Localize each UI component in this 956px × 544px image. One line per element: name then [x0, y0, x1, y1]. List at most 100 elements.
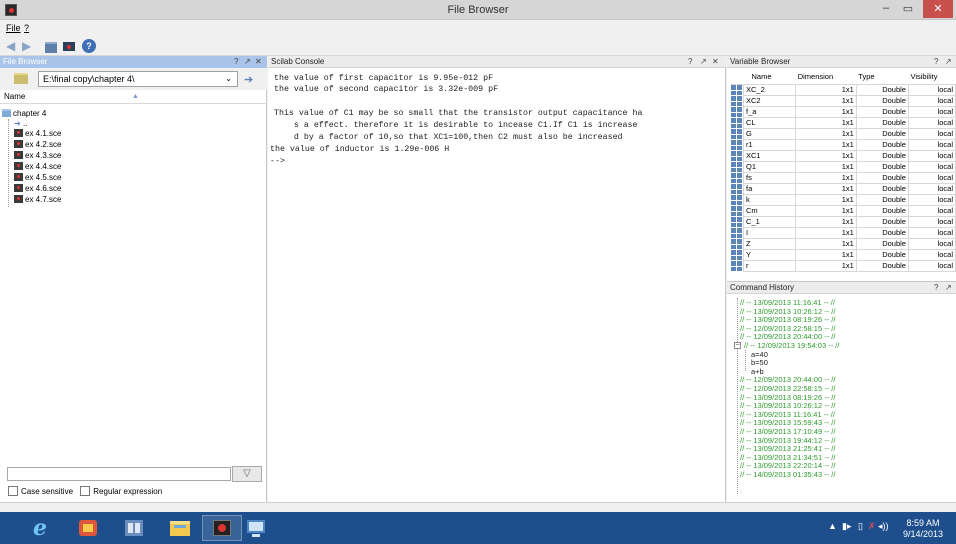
tray-network-icon[interactable]: ✗ — [868, 521, 876, 532]
case-sensitive-checkbox[interactable] — [8, 486, 18, 496]
console-line: the value of inductor is 1.29e-006 H — [270, 145, 450, 154]
collapse-icon[interactable]: − — [734, 342, 741, 349]
variable-visibility: local — [907, 226, 956, 239]
variable-row[interactable]: G 1x1 Double local — [731, 127, 956, 140]
variable-name: fa — [743, 182, 797, 195]
variable-name: I — [743, 226, 797, 239]
variable-row[interactable]: r1 1x1 Double local — [731, 138, 956, 151]
panel-help-icon[interactable]: ? — [934, 56, 938, 68]
variable-dimension: 1x1 — [795, 204, 857, 217]
filter-funnel-icon[interactable]: ▽ — [232, 466, 262, 482]
variable-row[interactable]: Q1 1x1 Double local — [731, 160, 956, 173]
filter-options: Case sensitive Regular expression — [0, 484, 267, 500]
tray-expand-icon[interactable]: ▲ — [828, 521, 837, 531]
file-explorer-icon[interactable] — [160, 515, 200, 541]
console-prompt[interactable]: --> — [270, 156, 285, 167]
sce-file-icon — [14, 173, 23, 181]
variable-row[interactable]: XC2 1x1 Double local — [731, 94, 956, 107]
variable-row[interactable]: C_1 1x1 Double local — [731, 215, 956, 228]
menu-file[interactable]: File — [6, 23, 21, 33]
tray-battery-icon[interactable]: ▯ — [858, 521, 863, 532]
panel-undock-icon[interactable]: ↗ — [945, 282, 952, 294]
filter-input[interactable] — [7, 467, 231, 481]
taskbar-clock[interactable]: 8:59 AM 9/14/2013 — [893, 518, 953, 540]
maximize-button[interactable]: ▭ — [898, 2, 918, 18]
tree-file-item[interactable]: ex 4.6.sce — [14, 184, 61, 194]
console-output[interactable]: the value of first capacitor is 9.95e-01… — [268, 70, 726, 502]
name-column-header[interactable]: Name — [743, 70, 796, 85]
tree-file-item[interactable]: ex 4.1.sce — [14, 129, 61, 139]
regex-checkbox[interactable] — [80, 486, 91, 496]
variable-row[interactable]: Z 1x1 Double local — [731, 237, 956, 250]
variable-row[interactable]: r 1x1 Double local — [731, 259, 956, 272]
go-arrow-icon[interactable]: ➔ — [244, 73, 253, 86]
help-icon[interactable]: ? — [82, 39, 96, 53]
type-column-header[interactable]: Type — [856, 70, 909, 85]
panel-help-icon[interactable]: ? — [234, 56, 238, 68]
variable-row[interactable]: XC1 1x1 Double local — [731, 149, 956, 162]
tree-file-item[interactable]: ex 4.5.sce — [14, 173, 61, 183]
app-tools-icon[interactable] — [114, 515, 154, 541]
variable-visibility: local — [907, 182, 956, 195]
visibility-column-header[interactable]: Visibility — [908, 70, 956, 85]
tray-volume-icon[interactable]: ◂)) — [878, 521, 889, 532]
variable-row[interactable]: Cm 1x1 Double local — [731, 204, 956, 217]
matrix-icon — [731, 150, 742, 161]
remote-icon[interactable] — [236, 515, 276, 541]
panel-close-icon[interactable]: ✕ — [712, 56, 719, 68]
tree-file-item[interactable]: ex 4.2.sce — [14, 140, 61, 150]
variable-name: f_a — [743, 105, 797, 118]
variable-name: fs — [743, 171, 797, 184]
variable-row[interactable]: k 1x1 Double local — [731, 193, 956, 206]
menu-help[interactable]: ? — [24, 23, 29, 33]
case-sensitive-option[interactable]: Case sensitive — [8, 486, 73, 496]
variable-row[interactable]: XC_2 1x1 Double local — [731, 83, 956, 96]
variable-dimension: 1x1 — [795, 237, 857, 250]
regex-option[interactable]: Regular expression — [80, 486, 162, 496]
variable-row[interactable]: Y 1x1 Double local — [731, 248, 956, 261]
tree-file-item[interactable]: ex 4.7.sce — [14, 195, 61, 205]
matrix-icon — [731, 84, 742, 95]
matrix-icon — [731, 128, 742, 139]
console-header: Scilab Console ? ↗ ✕ — [268, 56, 726, 68]
variable-row[interactable]: fa 1x1 Double local — [731, 182, 956, 195]
ie-icon[interactable]: e — [20, 515, 60, 541]
back-arrow-icon[interactable]: ◀ — [6, 39, 20, 53]
variable-dimension: 1x1 — [795, 182, 857, 195]
matrix-icon — [731, 205, 742, 216]
close-button[interactable]: ✕ — [923, 0, 953, 18]
open-folder-icon[interactable] — [44, 39, 58, 53]
variable-dimension: 1x1 — [795, 149, 857, 162]
file-browser-panel: File Browser ? ↗ ✕ E:\final copy\chapter… — [0, 56, 267, 502]
variable-row[interactable]: f_a 1x1 Double local — [731, 105, 956, 118]
tree-file-item[interactable]: ex 4.4.sce — [14, 162, 61, 172]
scilab-console-icon[interactable] — [62, 39, 76, 53]
chevron-down-icon[interactable]: ⌄ — [225, 72, 232, 86]
tree-up-item[interactable]: ➔ .. — [14, 119, 27, 129]
panel-help-icon[interactable]: ? — [934, 282, 938, 294]
dimension-column-header[interactable]: Dimension — [795, 70, 857, 85]
panel-close-icon[interactable]: ✕ — [255, 56, 262, 68]
forward-arrow-icon[interactable]: ▶ — [22, 39, 36, 53]
history-session[interactable]: // -- 14/09/2013 01:35:43 -- // — [740, 470, 835, 479]
tree-file-item[interactable]: ex 4.3.sce — [14, 151, 61, 161]
panel-undock-icon[interactable]: ↗ — [945, 56, 952, 68]
variable-row[interactable]: I 1x1 Double local — [731, 226, 956, 239]
folder-icon[interactable] — [14, 73, 28, 84]
variable-visibility: local — [907, 193, 956, 206]
tray-flag-icon[interactable]: ▮▸ — [842, 521, 851, 532]
tree-root[interactable]: chapter 4 — [2, 109, 46, 119]
console-line: the value of second capacitor is 3.32e-0… — [274, 85, 499, 94]
variable-row[interactable]: CL 1x1 Double local — [731, 116, 956, 129]
path-combobox[interactable]: E:\final copy\chapter 4\ ⌄ — [38, 71, 238, 87]
name-column-header[interactable]: Name ▲ — [0, 90, 267, 104]
app-red-icon[interactable] — [68, 515, 108, 541]
panel-undock-icon[interactable]: ↗ — [244, 56, 251, 68]
panel-undock-icon[interactable]: ↗ — [700, 56, 707, 68]
panel-help-icon[interactable]: ? — [688, 56, 692, 68]
minimize-button[interactable]: – — [876, 2, 896, 18]
matrix-icon — [731, 227, 742, 238]
matrix-icon — [731, 106, 742, 117]
history-sub-guide-line — [745, 349, 746, 372]
variable-row[interactable]: fs 1x1 Double local — [731, 171, 956, 184]
